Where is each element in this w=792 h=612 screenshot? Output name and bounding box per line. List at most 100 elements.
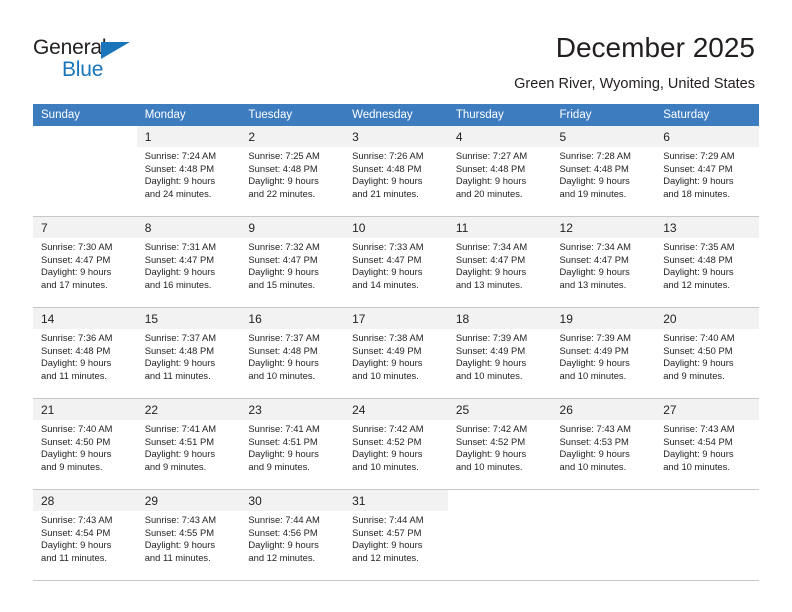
day-info: Sunrise: 7:44 AM Sunset: 4:56 PM Daylight:…	[240, 511, 344, 564]
daylight-line2-text: and 19 minutes.	[559, 187, 627, 199]
calendar-day-cell[interactable]: 23 Sunrise: 7:41 AM Sunset: 4:51 PM Dayligh…	[240, 398, 345, 490]
day-info: Sunrise: 7:37 AM Sunset: 4:48 PM Daylight:…	[240, 329, 344, 382]
page-subtitle: Green River, Wyoming, United States	[514, 76, 755, 92]
weekday-header-monday: Monday	[136, 104, 241, 126]
page-title: December 2025	[555, 32, 755, 63]
daylight-line1-text: Daylight: 9 hours	[41, 357, 112, 369]
day-number: 1	[136, 126, 241, 147]
day-number: 10	[344, 217, 448, 238]
calendar-day-cell[interactable]: 4 Sunrise: 7:27 AM Sunset: 4:48 PM Daylight…	[447, 126, 552, 217]
sunrise-text: Sunrise: 7:37 AM	[248, 332, 320, 343]
calendar-day-cell[interactable]: 17 Sunrise: 7:38 AM Sunset: 4:49 PM Dayligh…	[344, 307, 448, 399]
calendar-day-cell[interactable]: 12 Sunrise: 7:34 AM Sunset: 4:47 PM Dayligh…	[551, 216, 656, 308]
calendar-day-cell[interactable]: 14 Sunrise: 7:36 AM Sunset: 4:48 PM Dayligh…	[33, 307, 137, 399]
sunrise-text: Sunrise: 7:42 AM	[352, 423, 424, 434]
daylight-line2-text: and 22 minutes.	[248, 187, 316, 199]
calendar-day-cell[interactable]: 25 Sunrise: 7:42 AM Sunset: 4:52 PM Dayligh…	[447, 398, 552, 490]
daylight-line2-text: and 12 minutes.	[352, 551, 419, 563]
calendar-day-cell[interactable]: 6 Sunrise: 7:29 AM Sunset: 4:47 PM Daylight…	[655, 126, 759, 217]
calendar-day-cell[interactable]: 24 Sunrise: 7:42 AM Sunset: 4:52 PM Dayligh…	[344, 398, 448, 490]
daylight-line2-text: and 21 minutes.	[352, 187, 419, 199]
calendar-day-cell[interactable]: 9 Sunrise: 7:32 AM Sunset: 4:47 PM Daylight…	[240, 216, 345, 308]
calendar-day-cell[interactable]: 22 Sunrise: 7:41 AM Sunset: 4:51 PM Dayligh…	[136, 398, 241, 490]
daylight-line2-text: and 10 minutes.	[559, 460, 627, 472]
daylight-line1-text: Daylight: 9 hours	[352, 175, 423, 187]
daylight-line1-text: Daylight: 9 hours	[663, 357, 734, 369]
calendar-day-cell[interactable]: 5 Sunrise: 7:28 AM Sunset: 4:48 PM Daylight…	[551, 126, 656, 217]
sunrise-text: Sunrise: 7:27 AM	[455, 150, 528, 161]
daylight-line2-text: and 10 minutes.	[455, 369, 523, 381]
sunset-text: Sunset: 4:54 PM	[41, 526, 111, 538]
calendar-day-cell[interactable]: 13 Sunrise: 7:35 AM Sunset: 4:48 PM Dayligh…	[655, 216, 759, 308]
sunset-text: Sunset: 4:48 PM	[663, 253, 733, 265]
sunrise-text: Sunrise: 7:29 AM	[663, 150, 735, 161]
weekday-header-wednesday: Wednesday	[344, 104, 448, 126]
calendar-day-cell[interactable]: 19 Sunrise: 7:39 AM Sunset: 4:49 PM Dayligh…	[551, 307, 656, 399]
sunset-text: Sunset: 4:52 PM	[455, 435, 526, 447]
sunrise-text: Sunrise: 7:42 AM	[455, 423, 528, 434]
daylight-line2-text: and 11 minutes.	[41, 369, 108, 381]
daylight-line1-text: Daylight: 9 hours	[559, 175, 630, 187]
calendar-day-cell[interactable]: 16 Sunrise: 7:37 AM Sunset: 4:48 PM Dayligh…	[240, 307, 345, 399]
calendar-week-row: 1 Sunrise: 7:24 AM Sunset: 4:48 PM Daylight…	[33, 126, 759, 217]
calendar-header-row: Sunday Monday Tuesday Wednesday Thursday Frid…	[33, 104, 759, 126]
daylight-line1-text: Daylight: 9 hours	[352, 266, 423, 278]
daylight-line2-text: and 12 minutes.	[248, 551, 316, 563]
daylight-line2-text: and 10 minutes.	[352, 460, 419, 472]
calendar-day-cell[interactable]: 28 Sunrise: 7:43 AM Sunset: 4:54 PM Dayligh…	[33, 489, 137, 581]
calendar-week-row: 21 Sunrise: 7:40 AM Sunset: 4:50 PM Dayligh…	[33, 398, 759, 490]
calendar-week-row: 7 Sunrise: 7:30 AM Sunset: 4:47 PM Daylight…	[33, 216, 759, 308]
day-number: 24	[344, 399, 448, 420]
calendar-day-cell[interactable]: 11 Sunrise: 7:34 AM Sunset: 4:47 PM Dayligh…	[447, 216, 552, 308]
day-number: 17	[344, 308, 448, 329]
calendar-day-cell[interactable]: 30 Sunrise: 7:44 AM Sunset: 4:56 PM Dayligh…	[240, 489, 345, 581]
day-number: 28	[33, 490, 137, 511]
calendar-day-cell[interactable]: 26 Sunrise: 7:43 AM Sunset: 4:53 PM Dayligh…	[551, 398, 656, 490]
daylight-line1-text: Daylight: 9 hours	[248, 448, 319, 460]
calendar-day-cell[interactable]: 10 Sunrise: 7:33 AM Sunset: 4:47 PM Dayligh…	[344, 216, 448, 308]
day-number: 4	[447, 126, 552, 147]
calendar-day-cell[interactable]: 7 Sunrise: 7:30 AM Sunset: 4:47 PM Daylight…	[33, 216, 137, 308]
daylight-line2-text: and 24 minutes.	[144, 187, 212, 199]
calendar-day-cell[interactable]: 20 Sunrise: 7:40 AM Sunset: 4:50 PM Dayligh…	[655, 307, 759, 399]
calendar-day-cell[interactable]: 27 Sunrise: 7:43 AM Sunset: 4:54 PM Dayligh…	[655, 398, 759, 490]
day-number	[447, 490, 552, 511]
daylight-line2-text: and 16 minutes.	[144, 278, 212, 290]
day-number	[551, 490, 656, 511]
day-info: Sunrise: 7:38 AM Sunset: 4:49 PM Daylight:…	[344, 329, 448, 382]
day-number: 21	[33, 399, 137, 420]
day-info: Sunrise: 7:40 AM Sunset: 4:50 PM Daylight:…	[33, 420, 137, 473]
calendar-day-cell[interactable]: 21 Sunrise: 7:40 AM Sunset: 4:50 PM Dayligh…	[33, 398, 137, 490]
sunset-text: Sunset: 4:55 PM	[144, 526, 215, 538]
day-info: Sunrise: 7:39 AM Sunset: 4:49 PM Daylight:…	[552, 329, 656, 382]
daylight-line2-text: and 20 minutes.	[455, 187, 523, 199]
daylight-line1-text: Daylight: 9 hours	[455, 266, 527, 278]
sunset-text: Sunset: 4:48 PM	[455, 162, 526, 174]
day-info: Sunrise: 7:33 AM Sunset: 4:47 PM Daylight:…	[344, 238, 448, 291]
sunset-text: Sunset: 4:53 PM	[559, 435, 629, 447]
daylight-line1-text: Daylight: 9 hours	[663, 175, 734, 187]
calendar-day-cell[interactable]: 29 Sunrise: 7:43 AM Sunset: 4:55 PM Dayligh…	[136, 489, 241, 581]
sunset-text: Sunset: 4:56 PM	[248, 526, 318, 538]
sunrise-text: Sunrise: 7:41 AM	[144, 423, 217, 434]
calendar-day-cell[interactable]: 3 Sunrise: 7:26 AM Sunset: 4:48 PM Daylight…	[344, 126, 448, 217]
calendar-day-cell[interactable]: 1 Sunrise: 7:24 AM Sunset: 4:48 PM Daylight…	[136, 126, 241, 217]
calendar-day-cell[interactable]: 18 Sunrise: 7:39 AM Sunset: 4:49 PM Dayligh…	[447, 307, 552, 399]
sunrise-text: Sunrise: 7:37 AM	[144, 332, 217, 343]
sunset-text: Sunset: 4:48 PM	[248, 162, 318, 174]
sunset-text: Sunset: 4:51 PM	[248, 435, 318, 447]
sunrise-text: Sunrise: 7:43 AM	[663, 423, 735, 434]
calendar-day-cell[interactable]: 15 Sunrise: 7:37 AM Sunset: 4:48 PM Dayligh…	[136, 307, 241, 399]
sunset-text: Sunset: 4:47 PM	[352, 253, 422, 265]
sunrise-text: Sunrise: 7:44 AM	[352, 514, 424, 525]
general-blue-logo[interactable]: General Blue	[33, 36, 153, 82]
daylight-line1-text: Daylight: 9 hours	[248, 357, 319, 369]
day-number: 30	[240, 490, 345, 511]
day-info: Sunrise: 7:26 AM Sunset: 4:48 PM Daylight:…	[344, 147, 448, 200]
calendar-day-cell[interactable]: 2 Sunrise: 7:25 AM Sunset: 4:48 PM Daylight…	[240, 126, 345, 217]
daylight-line1-text: Daylight: 9 hours	[41, 539, 112, 551]
calendar-day-cell[interactable]: 31 Sunrise: 7:44 AM Sunset: 4:57 PM Dayligh…	[344, 489, 448, 581]
sunrise-text: Sunrise: 7:35 AM	[663, 241, 735, 252]
day-info: Sunrise: 7:42 AM Sunset: 4:52 PM Daylight:…	[448, 420, 552, 473]
calendar-day-cell[interactable]: 8 Sunrise: 7:31 AM Sunset: 4:47 PM Daylight…	[136, 216, 241, 308]
